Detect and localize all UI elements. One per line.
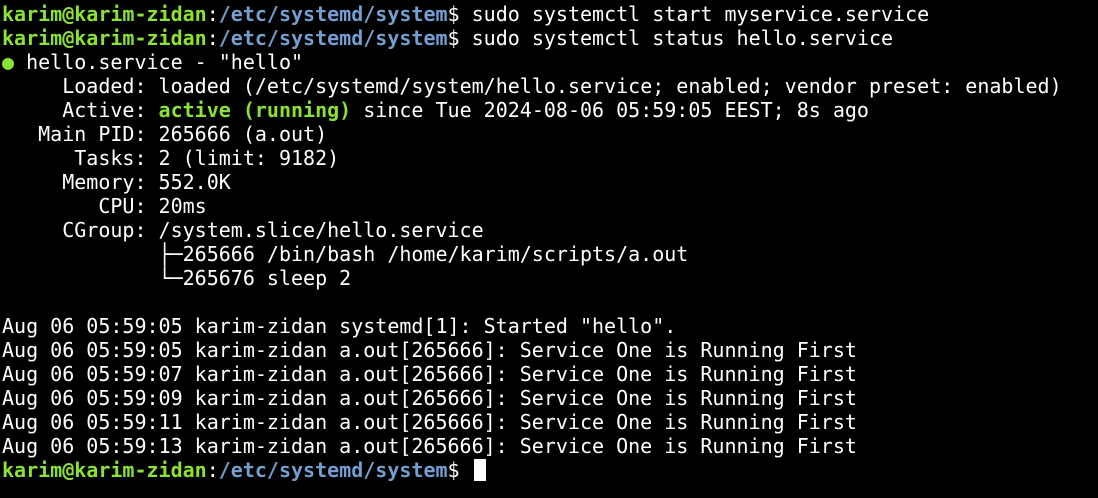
cgroup-line: CGroup: /system.slice/hello.service	[2, 218, 484, 242]
service-header: ● hello.service - "hello"	[2, 50, 1098, 74]
log-line: Aug 06 05:59:05 karim-zidan a.out[265666…	[2, 338, 857, 362]
loaded-line: Loaded: loaded (/etc/systemd/system/hell…	[2, 74, 1098, 98]
active-since: since Tue 2024-08-06 05:59:05 EEST; 8s a…	[351, 98, 869, 122]
log-line: Aug 06 05:59:13 karim-zidan a.out[265666…	[2, 434, 857, 458]
command-line-1: karim@karim-zidan:/etc/systemd/system$ s…	[2, 2, 1098, 26]
active-prompt-line[interactable]: karim@karim-zidan:/etc/systemd/system$	[2, 458, 1098, 482]
log-line: Aug 06 05:59:07 karim-zidan a.out[265666…	[2, 362, 857, 386]
service-title: hello.service - "hello"	[14, 50, 304, 74]
prompt-path: /etc/systemd/system	[218, 2, 448, 26]
loaded-label: Loaded:	[2, 74, 159, 98]
active-label: Active:	[2, 98, 159, 122]
log-line: Aug 06 05:59:05 karim-zidan systemd[1]: …	[2, 314, 677, 338]
prompt-symbol: $	[447, 458, 472, 482]
prompt-separator: :	[206, 458, 219, 482]
terminal-window[interactable]: karim@karim-zidan:/etc/systemd/system$ s…	[0, 0, 1098, 498]
log-line: Aug 06 05:59:09 karim-zidan a.out[265666…	[2, 386, 857, 410]
status-bullet-icon: ●	[2, 50, 15, 74]
loaded-value: loaded (/etc/systemd/system/hello.servic…	[158, 74, 1062, 98]
active-line: Active: active (running) since Tue 2024-…	[2, 98, 1098, 122]
prompt-symbol: $	[447, 2, 472, 26]
cgroup-child-process: └─265676 sleep 2	[2, 266, 352, 290]
command-line-2: karim@karim-zidan:/etc/systemd/system$ s…	[2, 26, 1098, 50]
prompt-separator: :	[206, 2, 219, 26]
prompt-path: /etc/systemd/system	[218, 26, 448, 50]
log-line: Aug 06 05:59:11 karim-zidan a.out[265666…	[2, 410, 857, 434]
memory-line: Memory: 552.0K	[2, 170, 231, 194]
command-text: sudo systemctl status hello.service	[471, 26, 894, 50]
prompt-symbol: $	[447, 26, 472, 50]
prompt-path: /etc/systemd/system	[218, 458, 448, 482]
prompt-user-host: karim@karim-zidan	[2, 458, 207, 482]
cpu-line: CPU: 20ms	[2, 194, 207, 218]
prompt-user-host: karim@karim-zidan	[2, 26, 207, 50]
prompt-separator: :	[206, 26, 219, 50]
active-state: active (running)	[158, 98, 352, 122]
tasks-line: Tasks: 2 (limit: 9182)	[2, 146, 340, 170]
main-pid-line: Main PID: 265666 (a.out)	[2, 122, 328, 146]
command-text: sudo systemctl start myservice.service	[471, 2, 930, 26]
cgroup-child-process: ├─265666 /bin/bash /home/karim/scripts/a…	[2, 242, 689, 266]
text-cursor[interactable]	[473, 459, 486, 481]
prompt-user-host: karim@karim-zidan	[2, 2, 207, 26]
